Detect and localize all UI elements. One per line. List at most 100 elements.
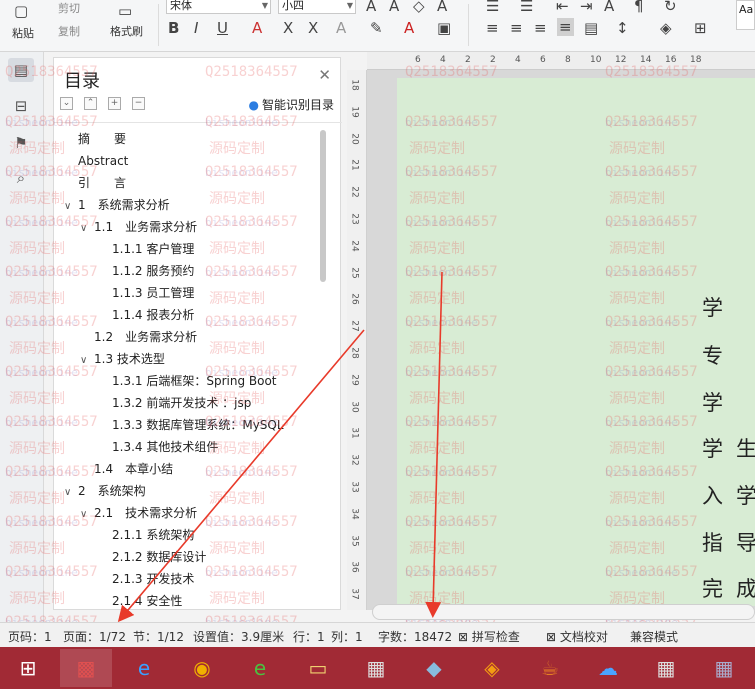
proofread-button[interactable]: ⊠ 文档校对 (546, 628, 608, 645)
toc-item[interactable]: 1.1.1 客户管理 (112, 238, 194, 260)
font-size-select[interactable]: 小四 ▼ (278, 0, 356, 14)
close-icon[interactable]: ✕ (318, 66, 331, 84)
toc-item[interactable]: ∨ 2.1 技术需求分析 (80, 502, 197, 524)
toc-item[interactable]: 2.1.2 数据库设计 (112, 546, 206, 568)
toc-item[interactable]: 1.3.4 其他技术组件 (112, 436, 218, 458)
toc-item[interactable]: 1.3.1 后端框架：Spring Boot (112, 370, 277, 392)
distributed-icon[interactable]: ▤ (584, 19, 598, 37)
360-browser-icon[interactable]: e (234, 649, 286, 687)
folder-tree-icon[interactable]: ⊟ (8, 94, 34, 118)
borders-icon[interactable]: ⊞ (694, 19, 707, 37)
chevron-down-icon[interactable]: ∨ (80, 218, 94, 240)
toc-item[interactable]: ∨ 1.1 业务需求分析 (80, 216, 197, 238)
highlight-icon[interactable]: ✎ (370, 19, 383, 37)
bookmark-icon[interactable]: ⚑ (8, 131, 34, 155)
toc-item[interactable]: 2.1.3 开发技术 (112, 568, 194, 590)
align-center-icon[interactable]: ≡ (510, 19, 523, 37)
app2-icon[interactable]: ▦ (640, 649, 692, 687)
text-effect-icon[interactable]: A (336, 19, 346, 37)
notepad-icon[interactable]: ▩ (60, 649, 112, 687)
format-painter-button[interactable]: 格式刷 (110, 23, 143, 39)
line-spacing-icon[interactable]: ↕ (616, 19, 629, 37)
java-icon[interactable]: ☕ (524, 649, 576, 687)
smart-toc-button[interactable]: ● 智能识别目录 (249, 96, 335, 113)
font-name-select[interactable]: 宋体 ▼ (166, 0, 271, 14)
font-color-icon[interactable]: A (404, 19, 414, 37)
outdent-icon[interactable]: ⇤ (556, 0, 569, 15)
toc-item[interactable]: ∨ 1.3 技术选型 (80, 348, 165, 370)
toc-item[interactable]: 2.1.4 安全性 (112, 590, 182, 612)
spell-check-label: 拼写检查 (471, 630, 520, 644)
windows-start-icon[interactable]: ⊞ (2, 649, 54, 687)
app-icon[interactable]: ▦ (350, 649, 402, 687)
copy-button[interactable]: 复制 (58, 23, 80, 39)
style-preview[interactable]: Aa (736, 0, 755, 30)
tool-icon[interactable]: ◈ (466, 649, 518, 687)
numbering-icon[interactable]: ☰ (520, 0, 533, 15)
toc-item[interactable]: 1.1.3 员工管理 (112, 282, 194, 304)
shading-icon[interactable]: ◈ (660, 19, 672, 37)
vertical-ruler[interactable]: 18 19 20 21 22 23 24 25 26 27 28 29 30 31 32 33 34 35 36 37 (347, 70, 367, 610)
file-explorer-icon[interactable]: ▭ (292, 649, 344, 687)
superscript-icon[interactable]: X (283, 19, 293, 37)
bullets-icon[interactable]: ☰ (486, 0, 499, 15)
word-count[interactable]: 字数：18472 (378, 628, 452, 645)
ruler-tick-label: 2 (465, 55, 471, 65)
expand-up-icon[interactable]: ⌃ (84, 97, 97, 110)
add-icon[interactable]: + (108, 97, 121, 110)
italic-icon[interactable]: I (194, 19, 198, 37)
toc-item[interactable]: 1.3.2 前端开发技术 ：jsp (112, 392, 251, 414)
paste-icon[interactable]: ▢ (14, 2, 28, 20)
spell-check-button[interactable]: ⊠ 拼写检查 (458, 628, 520, 645)
search-icon[interactable]: ⌕ (8, 166, 34, 190)
grow-font-icon[interactable]: A (366, 0, 376, 15)
shrink-font-icon[interactable]: A (389, 0, 399, 15)
app3-icon[interactable]: ▦ (698, 649, 750, 687)
toc-item[interactable]: Abstract (78, 150, 128, 172)
chevron-down-icon[interactable]: ∨ (80, 504, 94, 526)
toc-item[interactable]: 2.1.1 系统架构 (112, 524, 194, 546)
ruler-tick-label: 10 (590, 55, 602, 65)
chevron-down-icon[interactable]: ∨ (64, 196, 78, 218)
toc-item[interactable]: 1.1.2 服务预约 (112, 260, 194, 282)
toc-item[interactable]: 摘 要 (78, 128, 126, 150)
document-icon[interactable]: ▤ (8, 58, 34, 82)
toc-item[interactable]: ∨ 2 系统架构 (64, 480, 146, 502)
page-count[interactable]: 页面：1/72 (63, 628, 126, 645)
toc-item[interactable]: 1.2 业务需求分析 (94, 326, 197, 348)
baidu-netdisk-icon[interactable]: ☁ (582, 649, 634, 687)
toc-scrollbar[interactable] (320, 130, 326, 282)
toc-item[interactable]: 1.3.3 数据库管理系统：MySQL (112, 414, 284, 436)
align-left-icon[interactable]: ≡ (486, 19, 499, 37)
document-char: 专 (702, 344, 723, 368)
toc-item[interactable]: 1.1.4 报表分析 (112, 304, 194, 326)
sort-icon[interactable]: A (604, 0, 614, 15)
collapse-all-icon[interactable]: ⌄ (60, 97, 73, 110)
indent-icon[interactable]: ⇥ (580, 0, 593, 15)
char-border-icon[interactable]: ▣ (437, 19, 451, 37)
show-marks-icon[interactable]: ¶ (634, 0, 644, 15)
ie-icon[interactable]: e (118, 649, 170, 687)
strikethrough-icon[interactable]: A (252, 19, 262, 37)
cut-button[interactable]: 剪切 (58, 0, 80, 16)
chrome-icon[interactable]: ◉ (176, 649, 228, 687)
chevron-down-icon[interactable]: ∨ (64, 482, 78, 504)
subscript-icon[interactable]: X (308, 19, 318, 37)
clear-format-icon[interactable]: ◇ (413, 0, 425, 15)
bold-icon[interactable]: B (168, 19, 179, 37)
underline-icon[interactable]: U (217, 19, 228, 37)
horizontal-scrollbar[interactable] (372, 604, 755, 620)
toc-item[interactable]: 1.4 本章小结 (94, 458, 173, 480)
chevron-down-icon[interactable]: ∨ (80, 350, 94, 372)
format-painter-icon[interactable]: ▭ (118, 2, 132, 20)
toc-item[interactable]: 引 言 (78, 172, 126, 194)
justify-icon[interactable]: ≡ (557, 18, 574, 36)
notebook-icon[interactable]: ◆ (408, 649, 460, 687)
align-right-icon[interactable]: ≡ (534, 19, 547, 37)
remove-icon[interactable]: − (132, 97, 145, 110)
show-hide-icon[interactable]: ↻ (664, 0, 677, 15)
toc-item[interactable]: ∨ 1 系统需求分析 (64, 194, 170, 216)
phonetic-icon[interactable]: A (437, 0, 447, 15)
paste-button[interactable]: 粘贴 (12, 25, 34, 41)
horizontal-ruler[interactable]: 6 4 2 2 4 6 8 10 12 14 16 18 (367, 52, 755, 70)
